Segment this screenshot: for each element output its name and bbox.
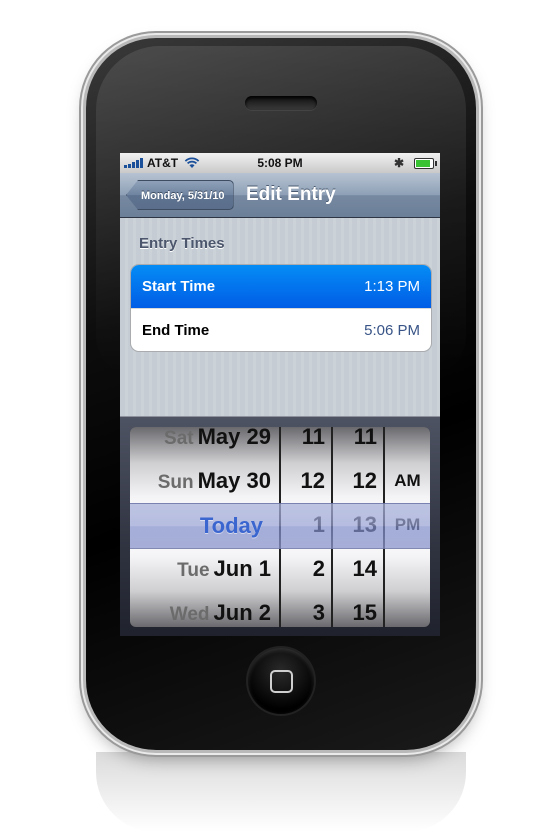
start-time-label: Start Time [142,278,216,295]
status-time: 5:08 PM [257,156,303,170]
hour-item: 12 [300,468,325,493]
end-time-label: End Time [142,321,210,339]
start-time-value: 1:13 PM [364,278,420,295]
back-button[interactable]: Monday, 5/31/10 [126,180,234,210]
navigation-bar: Monday, 5/31/10 Edit Entry [120,173,440,218]
start-time-row[interactable]: Start Time 1:13 PM [131,265,431,308]
date-item: Sun May 30 [157,468,271,493]
end-time-value: 5:06 PM [364,321,420,339]
hour-wheel[interactable]: 11 12 1 2 3 [281,427,331,627]
hour-item: 3 [312,600,325,625]
bluetooth-icon: ✱ [393,156,404,170]
minute-item: 15 [352,600,377,625]
hour-item: 2 [312,556,325,581]
home-button[interactable] [248,648,314,714]
date-time-picker: Sat May 29 Sun May 30 Tue Jun 1 Wed Jun 2 11… [120,416,440,636]
page-title: Edit Entry [246,184,336,205]
phone-reflection [96,752,466,832]
table-group: Start Time 1:13 PM End Time 5:06 PM [130,264,432,352]
home-square-icon [269,669,293,693]
date-item: Wed Jun 2 [169,600,271,625]
section-header: Entry Times [139,235,225,252]
entry-times-table: Entry Times Start Time 1:13 PM End Time … [120,218,440,416]
ampm-wheel[interactable]: AM PM [385,427,430,627]
minute-item: 12 [352,468,377,493]
minute-wheel[interactable]: 11 12 13 14 15 [333,427,383,627]
status-bar: AT&T 5:08 PM ✱ [120,153,440,173]
ampm-item: PM [394,515,421,534]
hour-item: 11 [301,427,325,449]
date-item: Tue Jun 1 [177,556,271,581]
date-item: Sat May 29 [164,427,271,449]
ampm-item: AM [394,471,421,490]
earpiece-speaker [245,96,317,110]
end-time-row[interactable]: End Time 5:06 PM [131,308,431,351]
date-wheel[interactable]: Sat May 29 Sun May 30 Tue Jun 1 Wed Jun 2 [130,427,279,627]
minute-item: 14 [352,556,377,581]
minute-item: 11 [353,427,377,449]
minute-item: 13 [352,512,377,537]
picker-frame: Sat May 29 Sun May 30 Tue Jun 1 Wed Jun 2 11… [130,427,430,627]
hour-item: 1 [312,512,325,537]
battery-icon [414,158,437,169]
screen: AT&T 5:08 PM ✱ Monday, 5/31/10 Edit Entr… [120,153,440,636]
